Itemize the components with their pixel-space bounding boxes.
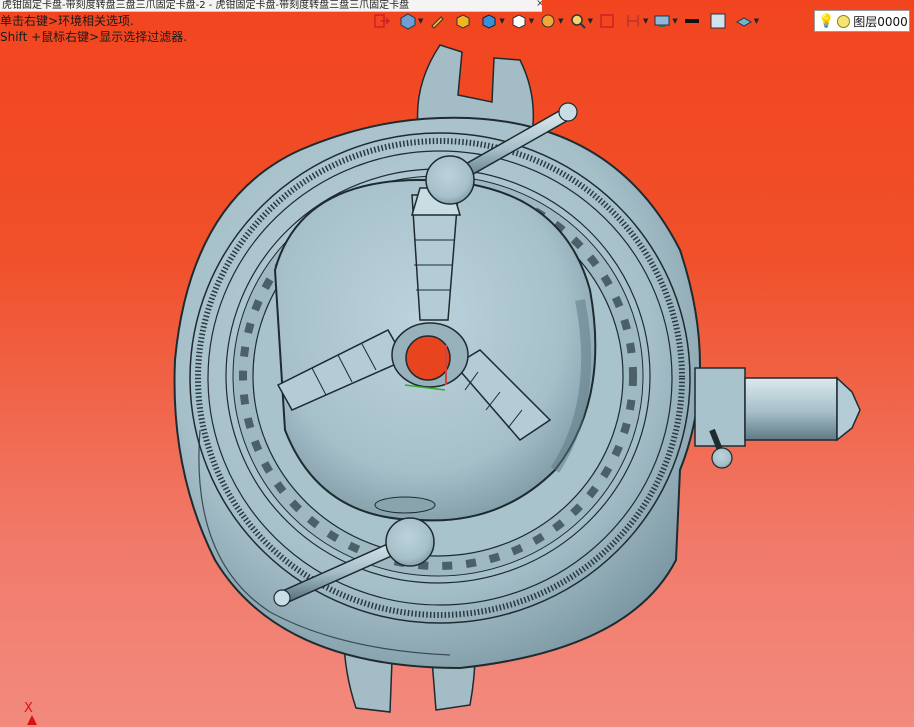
dimension-icon[interactable] (621, 10, 645, 32)
layer-selector[interactable]: 💡 图层0000 (814, 10, 910, 32)
layer-status-icon (837, 14, 851, 28)
axis-arrow-icon (27, 715, 37, 725)
pencil-icon[interactable] (425, 10, 449, 32)
render-mode-icon[interactable] (477, 10, 501, 32)
3d-viewport[interactable]: 虎钳固定卡盘-带刻度转盘三盘三爪固定卡盘-2 - 虎钳固定卡盘-带刻度转盘三盘三… (0, 0, 914, 727)
exit-view-icon[interactable] (370, 10, 394, 32)
chuck-model-render[interactable] (0, 0, 914, 727)
zoom-icon[interactable] (566, 10, 590, 32)
layer-name: 图层0000 (853, 14, 908, 29)
lightbulb-icon[interactable]: 💡 (818, 14, 834, 29)
display-settings-icon[interactable] (650, 10, 674, 32)
line-color-icon[interactable] (680, 10, 704, 32)
fill-color-icon[interactable] (706, 10, 730, 32)
view-orientation-icon[interactable] (396, 10, 420, 32)
section-icon[interactable] (595, 10, 619, 32)
shaded-cube-icon[interactable] (451, 10, 475, 32)
wireframe-cube-icon[interactable] (507, 10, 531, 32)
adjustment-screw (694, 367, 861, 469)
view-toolbar: ▼ ▼ ▼ ▼ ▼ ▼ ▼ ▼ (370, 10, 759, 32)
clip-icon[interactable] (536, 10, 560, 32)
layer-color-icon[interactable] (732, 10, 756, 32)
axis-x-label: X (24, 701, 33, 716)
